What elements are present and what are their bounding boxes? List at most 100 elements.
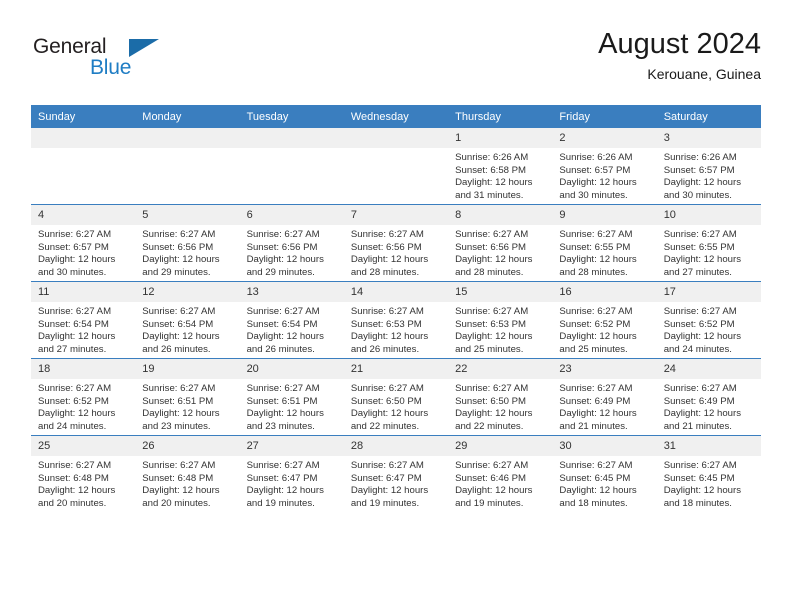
day-number (31, 128, 136, 148)
sunrise-text: Sunrise: 6:27 AM (246, 383, 320, 394)
sunrise-text: Sunrise: 6:26 AM (559, 152, 633, 163)
calendar-week-row: 11 Sunrise: 6:27 AM Sunset: 6:54 PM Dayligh… (31, 281, 761, 359)
calendar-day-cell[interactable]: 26 Sunrise: 6:27 AM Sunset: 6:48 PM Dayligh… (135, 435, 240, 512)
calendar-head: Sunday Monday Tuesday Wednesday Thursday… (31, 105, 761, 128)
day-number: 4 (31, 205, 136, 225)
calendar-day-cell[interactable]: 5 Sunrise: 6:27 AM Sunset: 6:56 PM Daylight… (135, 204, 240, 282)
sunset-text: Sunset: 6:52 PM (663, 318, 735, 330)
calendar-day-cell[interactable]: 23 Sunrise: 6:27 AM Sunset: 6:49 PM Dayligh… (552, 358, 657, 436)
sunset-text: Sunset: 6:53 PM (455, 318, 527, 330)
sunset-text: Sunset: 6:56 PM (246, 241, 318, 253)
daylight-text: Daylight: 12 hours and 24 minutes. (38, 408, 116, 432)
calendar-day-cell[interactable]: 13 Sunrise: 6:27 AM Sunset: 6:54 PM Dayligh… (239, 281, 344, 359)
day-details: Sunrise: 6:27 AM Sunset: 6:45 PM Daylight:… (552, 456, 656, 510)
calendar-day-cell[interactable]: 25 Sunrise: 6:27 AM Sunset: 6:48 PM Dayligh… (31, 435, 136, 512)
daylight-text: Daylight: 12 hours and 29 minutes. (246, 254, 324, 278)
calendar-day-cell[interactable]: 7 Sunrise: 6:27 AM Sunset: 6:56 PM Daylight… (343, 204, 449, 282)
sunset-text: Sunset: 6:52 PM (559, 318, 631, 330)
calendar-day-cell[interactable]: 19 Sunrise: 6:27 AM Sunset: 6:51 PM Dayligh… (135, 358, 240, 436)
day-details: Sunrise: 6:27 AM Sunset: 6:46 PM Daylight:… (448, 456, 552, 510)
calendar-week-row: 1 Sunrise: 6:26 AM Sunset: 6:58 PM Daylight… (31, 128, 761, 205)
weekday-header-sunday: Sunday (31, 105, 136, 128)
calendar-day-cell[interactable]: 21 Sunrise: 6:27 AM Sunset: 6:50 PM Dayligh… (343, 358, 449, 436)
sunrise-text: Sunrise: 6:27 AM (38, 460, 112, 471)
day-details: Sunrise: 6:27 AM Sunset: 6:55 PM Daylight:… (657, 225, 761, 279)
calendar-day-cell-empty (239, 128, 344, 205)
sunrise-text: Sunrise: 6:27 AM (663, 383, 737, 394)
calendar-day-cell[interactable]: 14 Sunrise: 6:27 AM Sunset: 6:53 PM Dayligh… (343, 281, 449, 359)
general-blue-logo[interactable]: General Blue (31, 32, 271, 92)
calendar-day-cell[interactable]: 27 Sunrise: 6:27 AM Sunset: 6:47 PM Dayligh… (239, 435, 344, 512)
daylight-text: Daylight: 12 hours and 24 minutes. (663, 331, 742, 355)
calendar-day-cell[interactable]: 18 Sunrise: 6:27 AM Sunset: 6:52 PM Dayligh… (31, 358, 136, 436)
calendar-day-cell[interactable]: 2 Sunrise: 6:26 AM Sunset: 6:57 PM Daylight… (552, 128, 657, 205)
daylight-text: Daylight: 12 hours and 27 minutes. (38, 331, 116, 355)
sunrise-text: Sunrise: 6:26 AM (663, 152, 737, 163)
day-number: 10 (656, 205, 761, 225)
sunset-text: Sunset: 6:57 PM (663, 164, 735, 176)
sunset-text: Sunset: 6:47 PM (246, 472, 318, 484)
weekday-header-friday: Friday (552, 105, 657, 128)
day-details: Sunrise: 6:27 AM Sunset: 6:47 PM Daylight:… (240, 456, 344, 510)
calendar-day-cell[interactable]: 20 Sunrise: 6:27 AM Sunset: 6:51 PM Dayligh… (239, 358, 344, 436)
day-number: 25 (31, 436, 136, 456)
calendar-week-row: 4 Sunrise: 6:27 AM Sunset: 6:57 PM Daylight… (31, 204, 761, 282)
sunrise-text: Sunrise: 6:27 AM (350, 460, 424, 471)
sunrise-text: Sunrise: 6:27 AM (455, 460, 529, 471)
day-number: 1 (448, 128, 553, 148)
day-details: Sunrise: 6:27 AM Sunset: 6:48 PM Daylight:… (31, 456, 135, 510)
sunset-text: Sunset: 6:56 PM (142, 241, 214, 253)
calendar-day-cell[interactable]: 17 Sunrise: 6:27 AM Sunset: 6:52 PM Dayligh… (656, 281, 761, 359)
sunset-text: Sunset: 6:54 PM (142, 318, 214, 330)
day-number: 13 (239, 282, 344, 302)
calendar-day-cell[interactable]: 16 Sunrise: 6:27 AM Sunset: 6:52 PM Dayligh… (552, 281, 657, 359)
sunset-text: Sunset: 6:55 PM (559, 241, 631, 253)
calendar-day-cell[interactable]: 28 Sunrise: 6:27 AM Sunset: 6:47 PM Dayligh… (343, 435, 449, 512)
sunrise-text: Sunrise: 6:27 AM (663, 460, 737, 471)
weekday-header-row: Sunday Monday Tuesday Wednesday Thursday… (31, 105, 761, 128)
daylight-text: Daylight: 12 hours and 25 minutes. (559, 331, 637, 355)
day-number: 8 (448, 205, 553, 225)
calendar-day-cell[interactable]: 10 Sunrise: 6:27 AM Sunset: 6:55 PM Dayligh… (656, 204, 761, 282)
logo-text-blue: Blue (90, 56, 132, 79)
day-number: 2 (552, 128, 657, 148)
sunrise-text: Sunrise: 6:27 AM (142, 383, 216, 394)
calendar-day-cell[interactable]: 6 Sunrise: 6:27 AM Sunset: 6:56 PM Daylight… (239, 204, 344, 282)
day-number: 16 (552, 282, 657, 302)
sunrise-text: Sunrise: 6:27 AM (246, 306, 320, 317)
day-details: Sunrise: 6:27 AM Sunset: 6:48 PM Daylight:… (135, 456, 239, 510)
page-subtitle: Kerouane, Guinea (647, 66, 761, 83)
sunset-text: Sunset: 6:51 PM (246, 395, 318, 407)
calendar-day-cell[interactable]: 4 Sunrise: 6:27 AM Sunset: 6:57 PM Daylight… (31, 204, 136, 282)
calendar-day-cell[interactable]: 30 Sunrise: 6:27 AM Sunset: 6:45 PM Dayligh… (552, 435, 657, 512)
sunset-text: Sunset: 6:45 PM (663, 472, 735, 484)
sunrise-text: Sunrise: 6:27 AM (663, 229, 737, 240)
day-number: 11 (31, 282, 136, 302)
calendar-day-cell[interactable]: 9 Sunrise: 6:27 AM Sunset: 6:55 PM Daylight… (552, 204, 657, 282)
daylight-text: Daylight: 12 hours and 19 minutes. (455, 485, 533, 509)
day-details: Sunrise: 6:27 AM Sunset: 6:53 PM Daylight:… (344, 302, 448, 356)
calendar-day-cell[interactable]: 31 Sunrise: 6:27 AM Sunset: 6:45 PM Dayligh… (656, 435, 761, 512)
sunset-text: Sunset: 6:52 PM (38, 395, 109, 407)
sunset-text: Sunset: 6:57 PM (38, 241, 109, 253)
calendar-day-cell[interactable]: 22 Sunrise: 6:27 AM Sunset: 6:50 PM Dayligh… (448, 358, 553, 436)
sunrise-text: Sunrise: 6:27 AM (38, 306, 112, 317)
sunrise-text: Sunrise: 6:26 AM (455, 152, 529, 163)
calendar-day-cell[interactable]: 3 Sunrise: 6:26 AM Sunset: 6:57 PM Daylight… (656, 128, 761, 205)
title-block: August 2024 Kerouane, Guinea (598, 28, 761, 83)
day-number: 7 (343, 205, 449, 225)
calendar-day-cell[interactable]: 15 Sunrise: 6:27 AM Sunset: 6:53 PM Dayligh… (448, 281, 553, 359)
weekday-header-wednesday: Wednesday (343, 105, 449, 128)
daylight-text: Daylight: 12 hours and 26 minutes. (246, 331, 324, 355)
calendar-day-cell[interactable]: 29 Sunrise: 6:27 AM Sunset: 6:46 PM Dayligh… (448, 435, 553, 512)
daylight-text: Daylight: 12 hours and 19 minutes. (246, 485, 324, 509)
day-details: Sunrise: 6:27 AM Sunset: 6:56 PM Daylight:… (448, 225, 552, 279)
calendar-day-cell[interactable]: 24 Sunrise: 6:27 AM Sunset: 6:49 PM Dayligh… (656, 358, 761, 436)
calendar-day-cell[interactable]: 8 Sunrise: 6:27 AM Sunset: 6:56 PM Daylight… (448, 204, 553, 282)
daylight-text: Daylight: 12 hours and 22 minutes. (455, 408, 533, 432)
day-number: 31 (656, 436, 761, 456)
sunrise-text: Sunrise: 6:27 AM (142, 460, 216, 471)
calendar-day-cell[interactable]: 11 Sunrise: 6:27 AM Sunset: 6:54 PM Dayligh… (31, 281, 136, 359)
calendar-day-cell[interactable]: 12 Sunrise: 6:27 AM Sunset: 6:54 PM Dayligh… (135, 281, 240, 359)
calendar-day-cell[interactable]: 1 Sunrise: 6:26 AM Sunset: 6:58 PM Daylight… (448, 128, 553, 205)
